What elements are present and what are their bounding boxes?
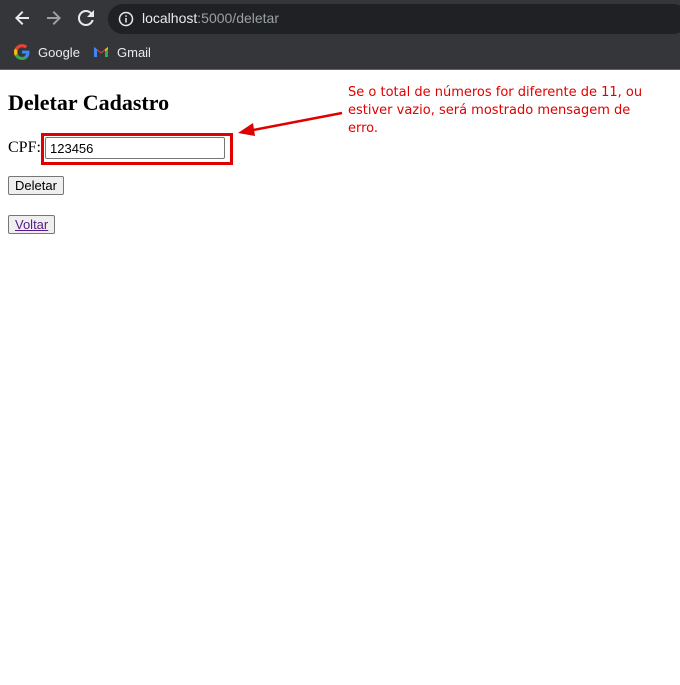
- bookmark-gmail[interactable]: Gmail: [93, 44, 151, 60]
- url-path: :5000/deletar: [197, 10, 279, 26]
- annotation-note: Se o total de números for diferente de 1…: [348, 85, 643, 136]
- browser-toolbar: localhost:5000/deletar: [0, 0, 680, 37]
- highlight-box: [41, 133, 233, 165]
- cpf-label: CPF:: [8, 139, 41, 156]
- url-text: localhost:5000/deletar: [142, 10, 279, 26]
- reload-icon[interactable]: [74, 6, 98, 30]
- bookmark-google[interactable]: Google: [14, 44, 80, 60]
- back-icon[interactable]: [10, 6, 34, 30]
- google-icon: [14, 44, 30, 60]
- delete-button[interactable]: Deletar: [8, 176, 64, 195]
- bookmark-label: Gmail: [117, 44, 151, 60]
- bookmark-label: Google: [38, 44, 80, 60]
- gmail-icon: [93, 44, 109, 60]
- page-title: Deletar Cadastro: [8, 90, 170, 115]
- forward-icon[interactable]: [42, 6, 66, 30]
- back-link-button[interactable]: Voltar: [8, 215, 56, 234]
- url-host: localhost: [142, 10, 198, 26]
- info-icon[interactable]: [118, 11, 134, 32]
- address-bar[interactable]: localhost:5000/deletar: [108, 4, 680, 34]
- annotation-arrow-icon: [238, 111, 343, 136]
